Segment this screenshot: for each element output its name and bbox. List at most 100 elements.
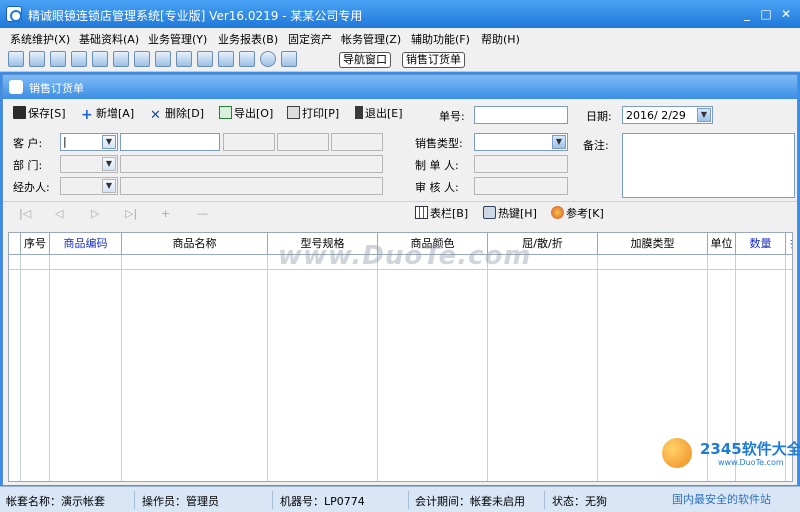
customer-code-field[interactable]: | ▼ xyxy=(60,133,118,151)
chevron-down-icon[interactable]: ▼ xyxy=(552,135,566,149)
status-machine: 机器号：LP0774 xyxy=(280,495,365,508)
date-field[interactable]: 2016/ 2/29 ▼ xyxy=(622,106,713,124)
report-icon[interactable] xyxy=(92,51,108,67)
logo-small-text: www.DuoTe.com xyxy=(718,458,784,467)
remark-field[interactable] xyxy=(622,133,795,198)
column-header-index[interactable]: 序号 xyxy=(21,233,50,255)
sale-type-field[interactable]: ▼ xyxy=(474,133,568,151)
list-icon[interactable] xyxy=(29,51,45,67)
exchange-icon[interactable] xyxy=(155,51,171,67)
reference-icon xyxy=(551,206,564,219)
customer-name-field[interactable] xyxy=(120,133,220,151)
people-icon[interactable] xyxy=(134,51,150,67)
save-button[interactable]: 保存[S] xyxy=(13,106,66,122)
status-separator xyxy=(408,491,409,509)
next-record-button[interactable]: ▷ xyxy=(91,207,99,220)
exit-label: 退出[E] xyxy=(365,107,403,120)
menu-auxiliary[interactable]: 辅助功能(F) xyxy=(411,31,470,47)
delete-label: 删除[D] xyxy=(165,107,205,120)
column-header-name[interactable]: 商品名称 xyxy=(122,233,268,255)
safe-site-text: 国内最安全的软件站 xyxy=(672,493,771,506)
chevron-down-icon[interactable]: ▼ xyxy=(102,135,116,149)
app-icon xyxy=(6,6,22,22)
tools-icon[interactable] xyxy=(71,51,87,67)
logo-big-text: 2345软件大全 xyxy=(700,440,800,458)
menu-reports[interactable]: 业务报表(B) xyxy=(218,31,278,47)
column-header-code[interactable]: 商品编码 xyxy=(50,233,122,255)
add-label: 新增[A] xyxy=(96,107,135,120)
customer-code-value: | xyxy=(63,135,67,148)
close-button[interactable]: ✕ xyxy=(777,6,795,22)
hotkeys-button[interactable]: 热键[H] xyxy=(483,206,537,222)
help-icon[interactable] xyxy=(260,51,276,67)
users-icon[interactable] xyxy=(113,51,129,67)
status-separator xyxy=(544,491,545,509)
column-header-coating[interactable]: 加膜类型 xyxy=(598,233,708,255)
chevron-down-icon[interactable]: ▼ xyxy=(697,108,711,122)
sales-order-button[interactable]: 销售订货单 xyxy=(402,52,465,68)
minimize-button[interactable]: _ xyxy=(738,6,756,22)
first-record-button[interactable]: |◁ xyxy=(19,207,31,220)
last-record-button[interactable]: ▷| xyxy=(125,207,137,220)
hotkeys-label: 热键[H] xyxy=(498,207,537,220)
column-header-discount[interactable]: 折 xyxy=(786,233,792,255)
reviewer-label: 审 核 人: xyxy=(415,181,459,194)
menu-business[interactable]: 业务管理(Y) xyxy=(148,31,207,47)
child-title-bar: 销售订货单 xyxy=(3,75,797,99)
save-label: 保存[S] xyxy=(28,107,66,120)
dept-name-field xyxy=(120,155,383,173)
handler-code-field[interactable]: ▼ xyxy=(60,177,118,195)
reference-label: 参考[K] xyxy=(566,207,604,220)
chevron-down-icon[interactable]: ▼ xyxy=(102,179,116,193)
add-button[interactable]: + 新增[A] xyxy=(81,106,134,122)
menu-bar: 系统维护(X) 基础资料(A) 业务管理(Y) 业务报表(B) 固定资产 帐务管… xyxy=(0,28,800,48)
column-header-unit[interactable]: 单位 xyxy=(708,233,736,255)
columns-button[interactable]: 表栏[B] xyxy=(415,206,468,222)
customer-extra-3 xyxy=(331,133,383,151)
grid-column-line xyxy=(268,255,378,481)
nav-window-button[interactable]: 导航窗口 xyxy=(339,52,391,68)
card-icon[interactable] xyxy=(197,51,213,67)
copy-icon[interactable] xyxy=(50,51,66,67)
menu-fixed-assets[interactable]: 固定资产 xyxy=(288,31,332,47)
menu-basic-data[interactable]: 基础资料(A) xyxy=(79,31,139,47)
table-icon xyxy=(415,206,428,219)
status-separator xyxy=(272,491,273,509)
duote-watermark: www.DuoTe.com xyxy=(278,241,532,271)
chevron-down-icon[interactable]: ▼ xyxy=(102,157,116,171)
save-disk-icon[interactable] xyxy=(218,51,234,67)
customer-extra-2 xyxy=(277,133,329,151)
add-record-button[interactable]: + xyxy=(161,207,170,220)
prev-record-button[interactable]: ◁ xyxy=(55,207,63,220)
maximize-button[interactable]: □ xyxy=(757,6,775,22)
dept-code-field[interactable]: ▼ xyxy=(60,155,118,173)
menu-accounts[interactable]: 帐务管理(Z) xyxy=(341,31,401,47)
menu-help[interactable]: 帮助(H) xyxy=(481,31,520,47)
print-button[interactable]: 打印[P] xyxy=(287,106,339,122)
main-toolbar: 导航窗口 销售订货单 xyxy=(0,48,800,72)
grid-column-line xyxy=(122,255,268,481)
remove-record-button[interactable]: — xyxy=(197,207,208,220)
reference-button[interactable]: 参考[K] xyxy=(551,206,604,222)
dept-label: 部 门: xyxy=(13,159,43,172)
remark-label: 备注: xyxy=(583,139,609,152)
sales-order-window: 销售订货单 保存[S] + 新增[A] ✕ 删除[D] 导出[O] 打印[P] 退出… xyxy=(2,74,798,486)
status-separator xyxy=(134,491,135,509)
exit-icon[interactable] xyxy=(281,51,297,67)
logo-2345: 2345软件大全 www.DuoTe.com xyxy=(660,432,800,474)
printer-icon[interactable] xyxy=(239,51,255,67)
grid-column-line xyxy=(21,255,50,481)
date-label: 日期: xyxy=(586,110,612,123)
delete-button[interactable]: ✕ 删除[D] xyxy=(150,106,204,122)
maker-field xyxy=(474,155,568,173)
export-button[interactable]: 导出[O] xyxy=(219,106,273,122)
folder-icon[interactable] xyxy=(176,51,192,67)
customer-label: 客 户: xyxy=(13,137,43,150)
save-icon xyxy=(13,106,26,119)
order-no-field[interactable] xyxy=(474,106,568,124)
divider xyxy=(3,201,797,202)
window-icon[interactable] xyxy=(8,51,24,67)
column-header-quantity[interactable]: 数量 xyxy=(736,233,786,255)
exit-button[interactable]: 退出[E] xyxy=(355,106,403,122)
menu-system[interactable]: 系统维护(X) xyxy=(10,31,70,47)
